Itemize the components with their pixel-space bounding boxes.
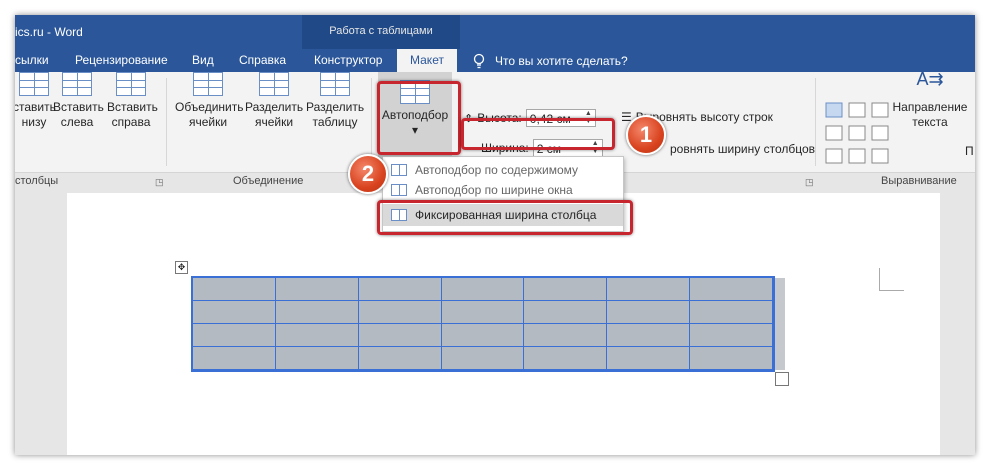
- autofit-window-icon: [391, 184, 407, 196]
- split-table-icon: [320, 72, 350, 96]
- autofit-highlight: [377, 81, 461, 155]
- table-cell[interactable]: [607, 301, 691, 324]
- table-cell[interactable]: [358, 301, 442, 324]
- dialog-launcher-icon[interactable]: ◳: [805, 177, 814, 188]
- insert-left-label: Вставить: [53, 100, 104, 114]
- insert-right-label: Вставить: [107, 100, 158, 114]
- text-direction-icon: A⇉: [916, 69, 944, 89]
- table-move-handle-icon[interactable]: ✥: [175, 261, 188, 274]
- tab-view[interactable]: Вид: [192, 53, 214, 67]
- alignment-buttons-icon[interactable]: [825, 102, 891, 164]
- group-divider: [166, 78, 167, 166]
- table-cell[interactable]: [358, 278, 442, 301]
- merge-cells-button[interactable]: Объединить ячейки: [175, 72, 244, 130]
- insert-below-icon: [19, 72, 49, 96]
- tab-help[interactable]: Справка: [239, 53, 286, 67]
- partial-button-label: П: [965, 144, 974, 158]
- table-cell[interactable]: [275, 301, 359, 324]
- table-cell[interactable]: [358, 347, 442, 370]
- insert-below-button[interactable]: ставить низу: [15, 72, 56, 130]
- merge-group-label: Объединение: [233, 175, 304, 187]
- insert-right-icon: [116, 72, 146, 96]
- table-cell[interactable]: [441, 324, 525, 347]
- table-cell[interactable]: [607, 324, 691, 347]
- insert-left-button[interactable]: Вставить слева: [53, 72, 104, 130]
- split-cells-label: Разделить: [245, 100, 304, 114]
- contextual-title: Работа с таблицами: [329, 25, 433, 37]
- autofit-contents-label: Автоподбор по содержимому: [415, 163, 579, 177]
- autofit-window-label: Автоподбор по ширине окна: [415, 183, 573, 197]
- split-table-label: Разделить: [306, 100, 365, 114]
- margin-marker: [879, 268, 904, 291]
- step-2-badge: 2: [348, 154, 388, 194]
- table-cell[interactable]: [524, 324, 608, 347]
- split-cells-icon: [259, 72, 289, 96]
- table-cell[interactable]: [690, 301, 773, 324]
- insert-left-icon: [62, 72, 92, 96]
- table-cell[interactable]: [524, 301, 608, 324]
- table-cell[interactable]: [690, 278, 773, 301]
- group-divider: [371, 78, 372, 166]
- tab-layout[interactable]: Макет: [397, 49, 457, 72]
- distribute-columns-label: ровнять ширину столбцов: [670, 142, 816, 156]
- merge-cells-icon: [193, 72, 223, 96]
- rows-cols-group-label: столбцы: [15, 175, 59, 187]
- tab-design[interactable]: Конструктор: [314, 53, 382, 67]
- table-cell[interactable]: [524, 278, 608, 301]
- split-cells-button[interactable]: Разделить ячейки: [245, 72, 303, 130]
- insert-left-label-2: слева: [60, 115, 94, 129]
- tell-me-box[interactable]: Что вы хотите сделать?: [473, 53, 628, 69]
- word-window: ics.ru - Word Работа с таблицами сылки Р…: [15, 15, 975, 455]
- table-cell[interactable]: [275, 278, 359, 301]
- window-title: ics.ru - Word: [15, 25, 83, 39]
- table-cell[interactable]: [524, 347, 608, 370]
- insert-below-label: ставить: [15, 100, 56, 114]
- ribbon-tabs: сылки Рецензирование Вид Справка Констру…: [15, 49, 975, 72]
- group-divider: [815, 78, 816, 166]
- text-direction-label-2: текста: [912, 115, 948, 129]
- autofit-contents-item[interactable]: Автоподбор по содержимому: [383, 159, 623, 181]
- table-resize-handle-icon[interactable]: [775, 372, 789, 386]
- end-of-row-marks: [775, 278, 785, 370]
- split-table-label-2: таблицу: [312, 115, 358, 129]
- autofit-contents-icon: [391, 164, 407, 176]
- text-direction-button[interactable]: A⇉ Направление текста: [890, 69, 970, 130]
- dialog-launcher-icon[interactable]: ◳: [155, 177, 164, 188]
- table-cell[interactable]: [193, 301, 276, 324]
- insert-below-label-2: низу: [21, 115, 47, 129]
- table-cell[interactable]: [275, 324, 359, 347]
- merge-cells-label-2: ячейки: [188, 115, 228, 129]
- distribute-columns-button[interactable]: ровнять ширину столбцов: [670, 142, 815, 156]
- table-cell[interactable]: [607, 347, 691, 370]
- merge-cells-label: Объединить: [175, 100, 244, 114]
- table-cell[interactable]: [441, 347, 525, 370]
- table-cell[interactable]: [607, 278, 691, 301]
- table-cell[interactable]: [690, 347, 773, 370]
- tell-me-text: Что вы хотите сделать?: [495, 54, 628, 68]
- table-cell[interactable]: [193, 278, 276, 301]
- lightbulb-icon: [473, 53, 485, 69]
- menu-item-highlight: [377, 200, 633, 235]
- alignment-grid: [825, 102, 891, 167]
- text-direction-label: Направление: [892, 100, 968, 114]
- tab-references[interactable]: сылки: [15, 53, 49, 67]
- table-cell[interactable]: [193, 324, 276, 347]
- title-bar: ics.ru - Word: [15, 15, 975, 49]
- table[interactable]: [191, 276, 775, 372]
- table-cell[interactable]: [441, 301, 525, 324]
- width-highlight: [461, 118, 615, 150]
- alignment-group-label: Выравнивание: [881, 175, 957, 187]
- table-cell[interactable]: [358, 324, 442, 347]
- insert-right-button[interactable]: Вставить справа: [107, 72, 158, 130]
- table-cell[interactable]: [275, 347, 359, 370]
- split-table-button[interactable]: Разделить таблицу: [306, 72, 364, 130]
- table-cell[interactable]: [193, 347, 276, 370]
- insert-right-label-2: справа: [111, 115, 151, 129]
- step-1-badge: 1: [626, 115, 666, 155]
- table-cell[interactable]: [441, 278, 525, 301]
- split-cells-label-2: ячейки: [254, 115, 294, 129]
- table-cell[interactable]: [690, 324, 773, 347]
- tab-review[interactable]: Рецензирование: [75, 53, 168, 67]
- autofit-window-item[interactable]: Автоподбор по ширине окна: [383, 179, 623, 201]
